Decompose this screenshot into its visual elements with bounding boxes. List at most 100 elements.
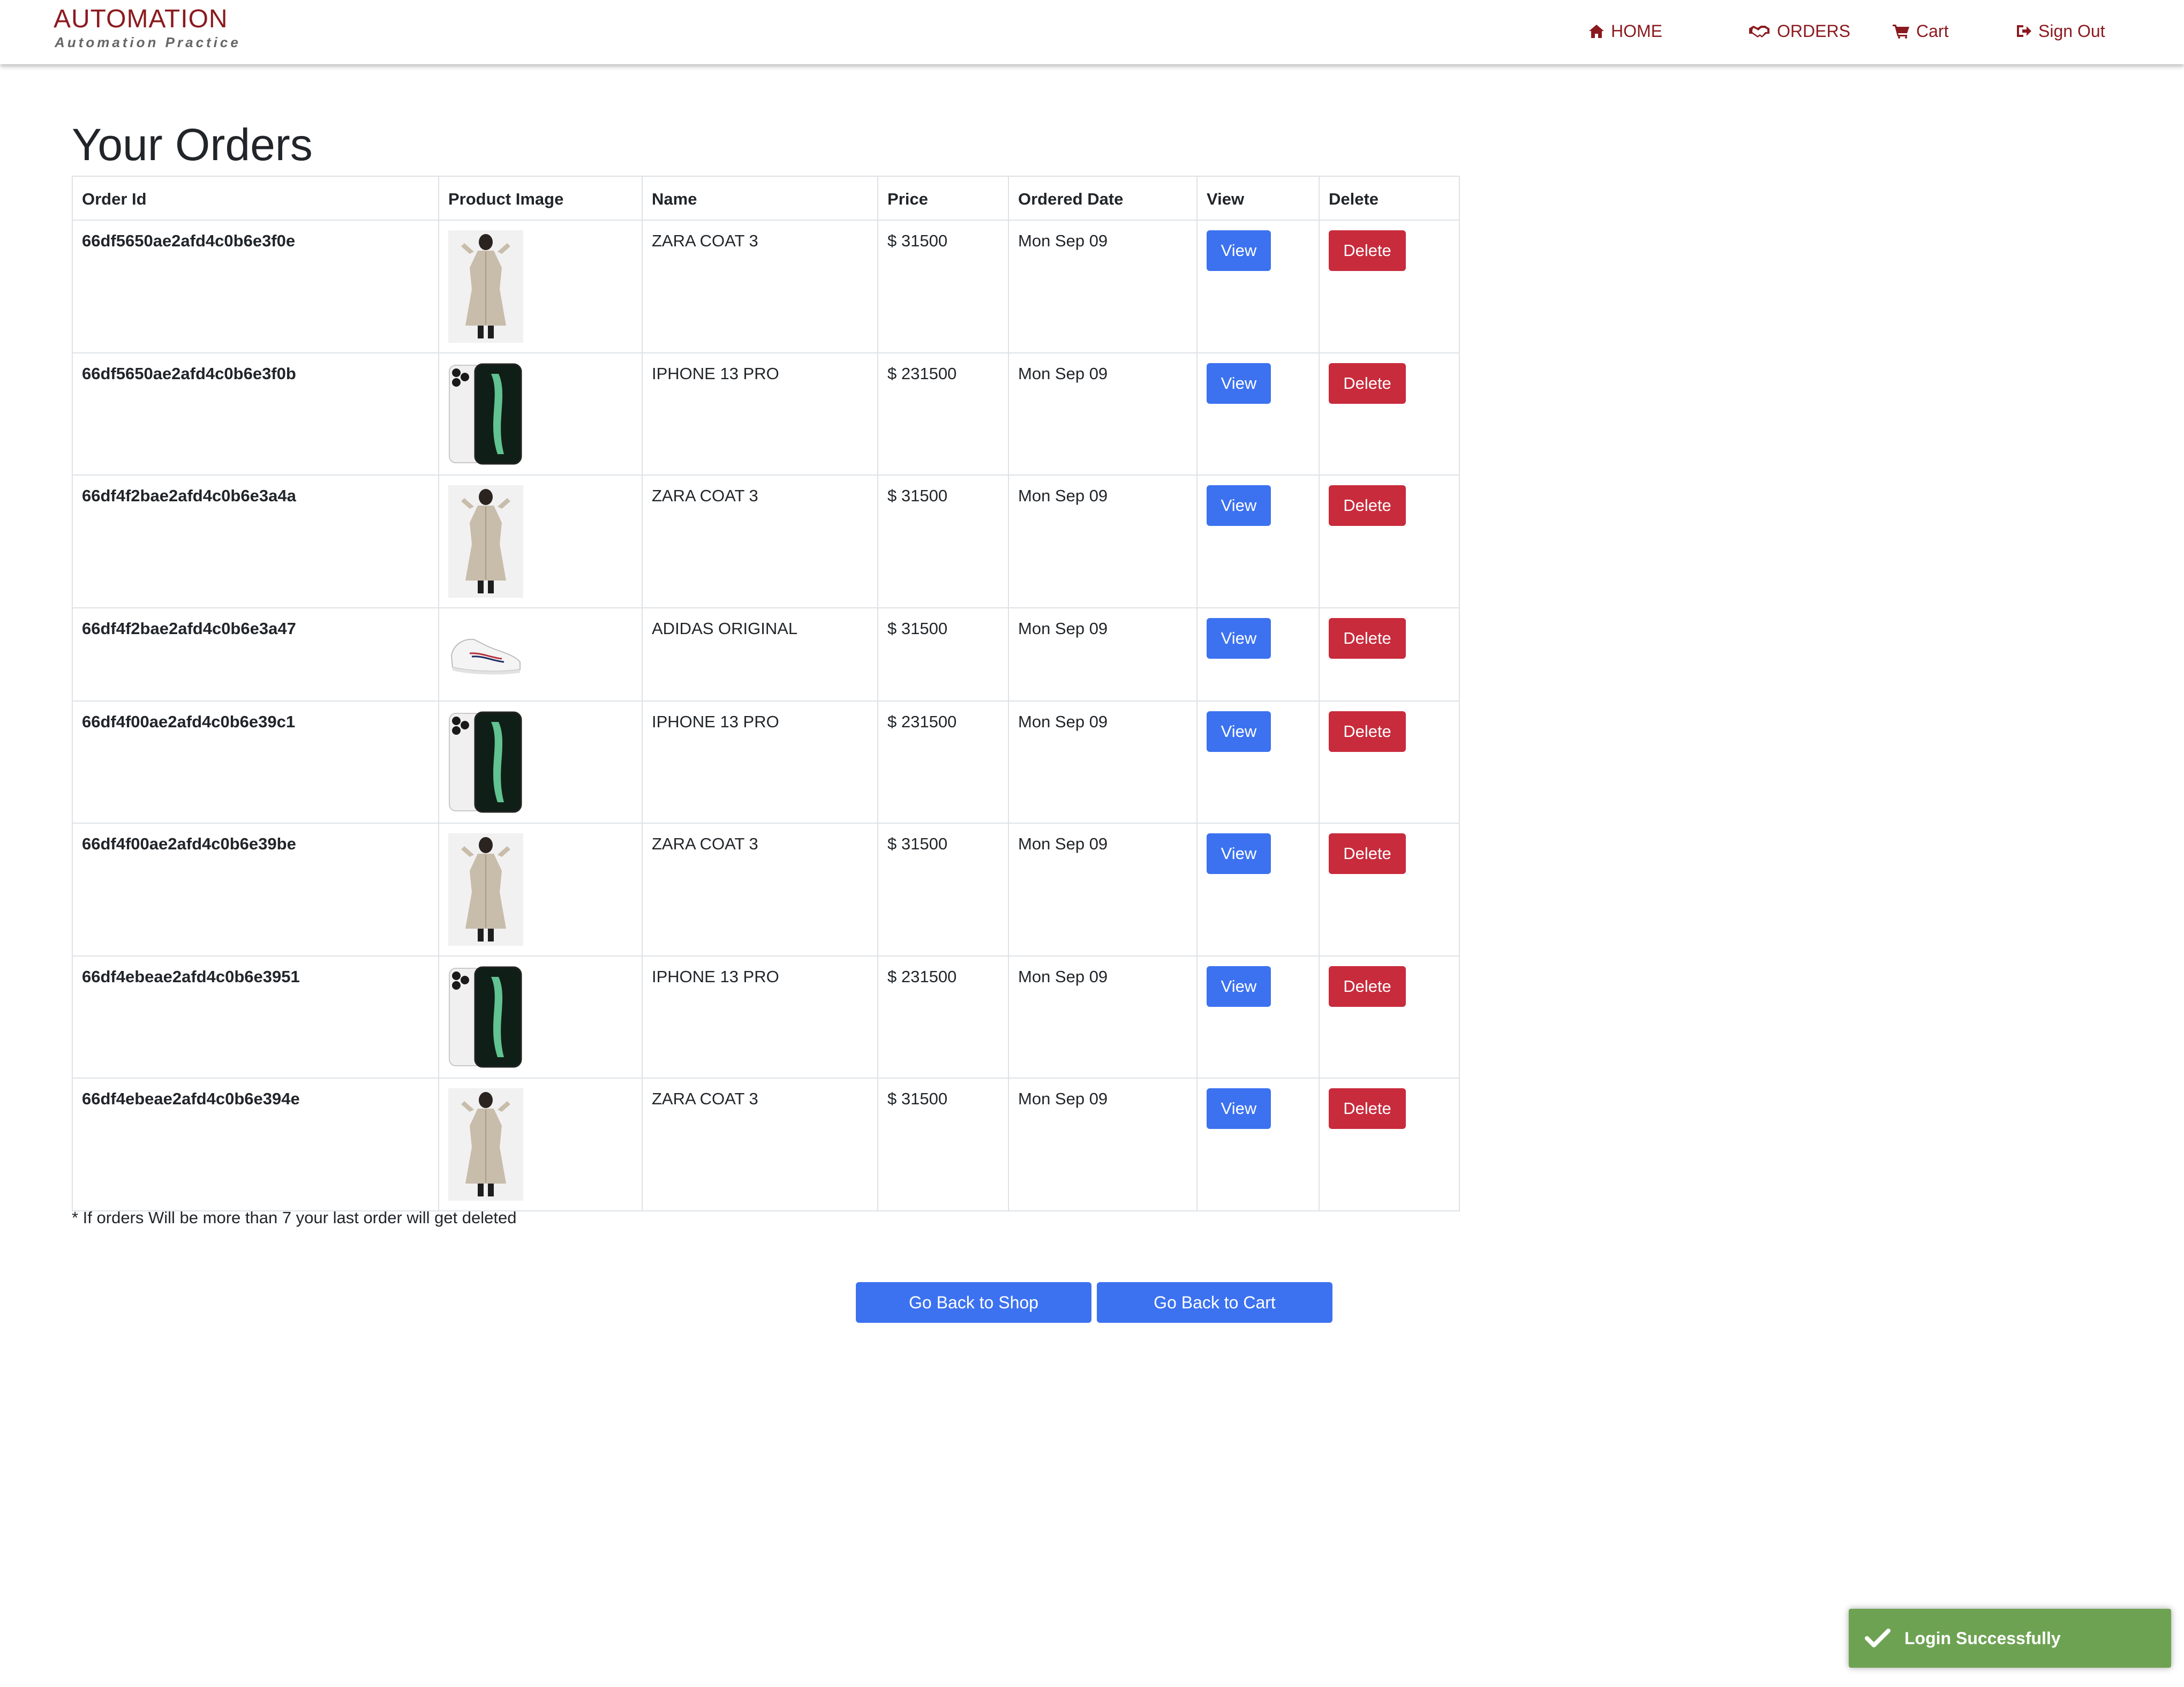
ordered-date: Mon Sep 09	[1008, 220, 1198, 353]
orders-table: Order Id Product Image Name Price Ordere…	[72, 176, 1460, 1211]
view-button[interactable]: View	[1207, 833, 1271, 874]
view-button[interactable]: View	[1207, 363, 1271, 404]
product-price: $ 31500	[877, 220, 1009, 353]
ordered-date: Mon Sep 09	[1008, 823, 1198, 957]
shoe-image	[450, 638, 521, 675]
col-header-product-image: Product Image	[438, 176, 643, 221]
product-name: ZARA COAT 3	[642, 475, 878, 608]
product-name: ZARA COAT 3	[642, 220, 878, 353]
order-id: 66df4ebeae2afd4c0b6e3951	[72, 955, 439, 1079]
col-header-price: Price	[877, 176, 1009, 221]
delete-cell: Delete	[1319, 607, 1460, 702]
order-id: 66df4f2bae2afd4c0b6e3a47	[72, 607, 439, 702]
table-row: 66df4f2bae2afd4c0b6e3a4a ZARA COAT 3 $ 3…	[72, 475, 1460, 608]
nav-signout[interactable]: Sign Out	[2016, 19, 2105, 43]
product-price: $ 231500	[877, 955, 1009, 1079]
product-price: $ 231500	[877, 352, 1009, 476]
product-price: $ 31500	[877, 823, 1009, 957]
cart-icon	[1893, 25, 1909, 39]
ordered-date: Mon Sep 09	[1008, 701, 1198, 824]
check-icon	[1865, 1629, 1891, 1647]
delete-button[interactable]: Delete	[1329, 711, 1406, 752]
product-price: $ 231500	[877, 701, 1009, 824]
delete-cell: Delete	[1319, 475, 1460, 608]
delete-button[interactable]: Delete	[1329, 618, 1406, 659]
nav-home[interactable]: HOME	[1588, 19, 1662, 43]
product-name: ZARA COAT 3	[642, 1078, 878, 1211]
delete-button[interactable]: Delete	[1329, 230, 1406, 271]
toast-notification[interactable]: Login Successfully	[1849, 1609, 2171, 1668]
ordered-date: Mon Sep 09	[1008, 955, 1198, 1079]
order-id: 66df4f00ae2afd4c0b6e39c1	[72, 701, 439, 824]
table-row: 66df4f00ae2afd4c0b6e39c1 IPHONE 13 PRO $…	[72, 701, 1460, 824]
go-back-to-shop-button[interactable]: Go Back to Shop	[856, 1282, 1091, 1323]
ordered-date: Mon Sep 09	[1008, 607, 1198, 702]
nav-signout-label: Sign Out	[2038, 21, 2105, 41]
delete-button[interactable]: Delete	[1329, 363, 1406, 404]
view-cell: View	[1196, 220, 1320, 353]
coat-image	[448, 230, 523, 343]
table-row: 66df4f00ae2afd4c0b6e39be ZARA COAT 3 $ 3…	[72, 823, 1460, 957]
product-image-cell	[438, 352, 643, 476]
view-button[interactable]: View	[1207, 966, 1271, 1007]
coat-image	[448, 833, 523, 946]
col-header-name: Name	[642, 176, 878, 221]
view-button[interactable]: View	[1207, 230, 1271, 271]
home-icon	[1589, 25, 1604, 38]
col-header-view: View	[1196, 176, 1320, 221]
product-name: IPHONE 13 PRO	[642, 352, 878, 476]
product-name: ADIDAS ORIGINAL	[642, 607, 878, 702]
view-button[interactable]: View	[1207, 485, 1271, 526]
nav-home-label: HOME	[1611, 21, 1662, 41]
table-row: 66df4ebeae2afd4c0b6e394e ZARA COAT 3 $ 3…	[72, 1078, 1460, 1211]
toast-message: Login Successfully	[1904, 1628, 2061, 1648]
delete-cell: Delete	[1319, 701, 1460, 824]
product-image-cell	[438, 1078, 643, 1211]
table-header-row: Order Id Product Image Name Price Ordere…	[72, 176, 1460, 221]
delete-cell: Delete	[1319, 1078, 1460, 1211]
nav-cart[interactable]: Cart	[1893, 19, 1948, 43]
orders-limit-note: * If orders Will be more than 7 your las…	[72, 1208, 517, 1227]
delete-cell: Delete	[1319, 823, 1460, 957]
col-header-delete: Delete	[1319, 176, 1460, 221]
nav-orders[interactable]: ORDERS	[1748, 19, 1850, 43]
page-title: Your Orders	[72, 119, 313, 170]
product-price: $ 31500	[877, 607, 1009, 702]
view-button[interactable]: View	[1207, 1088, 1271, 1129]
view-cell: View	[1196, 823, 1320, 957]
product-image-cell	[438, 955, 643, 1079]
product-name: IPHONE 13 PRO	[642, 701, 878, 824]
delete-cell: Delete	[1319, 352, 1460, 476]
top-navbar: AUTOMATION Automation Practice HOME ORDE…	[0, 0, 2184, 64]
ordered-date: Mon Sep 09	[1008, 1078, 1198, 1211]
ordered-date: Mon Sep 09	[1008, 475, 1198, 608]
go-back-to-cart-button[interactable]: Go Back to Cart	[1097, 1282, 1332, 1323]
col-header-order-id: Order Id	[72, 176, 439, 221]
product-image-cell	[438, 701, 643, 824]
delete-button[interactable]: Delete	[1329, 833, 1406, 874]
table-row: 66df5650ae2afd4c0b6e3f0e ZARA COAT 3 $ 3…	[72, 220, 1460, 353]
view-button[interactable]: View	[1207, 711, 1271, 752]
nav-cart-label: Cart	[1916, 21, 1949, 41]
delete-button[interactable]: Delete	[1329, 966, 1406, 1007]
delete-button[interactable]: Delete	[1329, 1088, 1406, 1129]
delete-cell: Delete	[1319, 955, 1460, 1079]
order-id: 66df5650ae2afd4c0b6e3f0e	[72, 220, 439, 353]
order-id: 66df4f00ae2afd4c0b6e39be	[72, 823, 439, 957]
view-cell: View	[1196, 475, 1320, 608]
delete-button[interactable]: Delete	[1329, 485, 1406, 526]
brand-logo[interactable]: AUTOMATION Automation Practice	[54, 4, 241, 50]
view-cell: View	[1196, 701, 1320, 824]
delete-cell: Delete	[1319, 220, 1460, 353]
brand-title: AUTOMATION	[54, 5, 228, 33]
table-row: 66df4f2bae2afd4c0b6e3a47 ADIDAS ORIGINAL…	[72, 607, 1460, 702]
view-cell: View	[1196, 607, 1320, 702]
product-image-cell	[438, 823, 643, 957]
view-button[interactable]: View	[1207, 618, 1271, 659]
view-cell: View	[1196, 955, 1320, 1079]
coat-image	[448, 1088, 523, 1201]
product-name: ZARA COAT 3	[642, 823, 878, 957]
phone-image	[449, 711, 522, 813]
order-id: 66df4f2bae2afd4c0b6e3a4a	[72, 475, 439, 608]
view-cell: View	[1196, 1078, 1320, 1211]
